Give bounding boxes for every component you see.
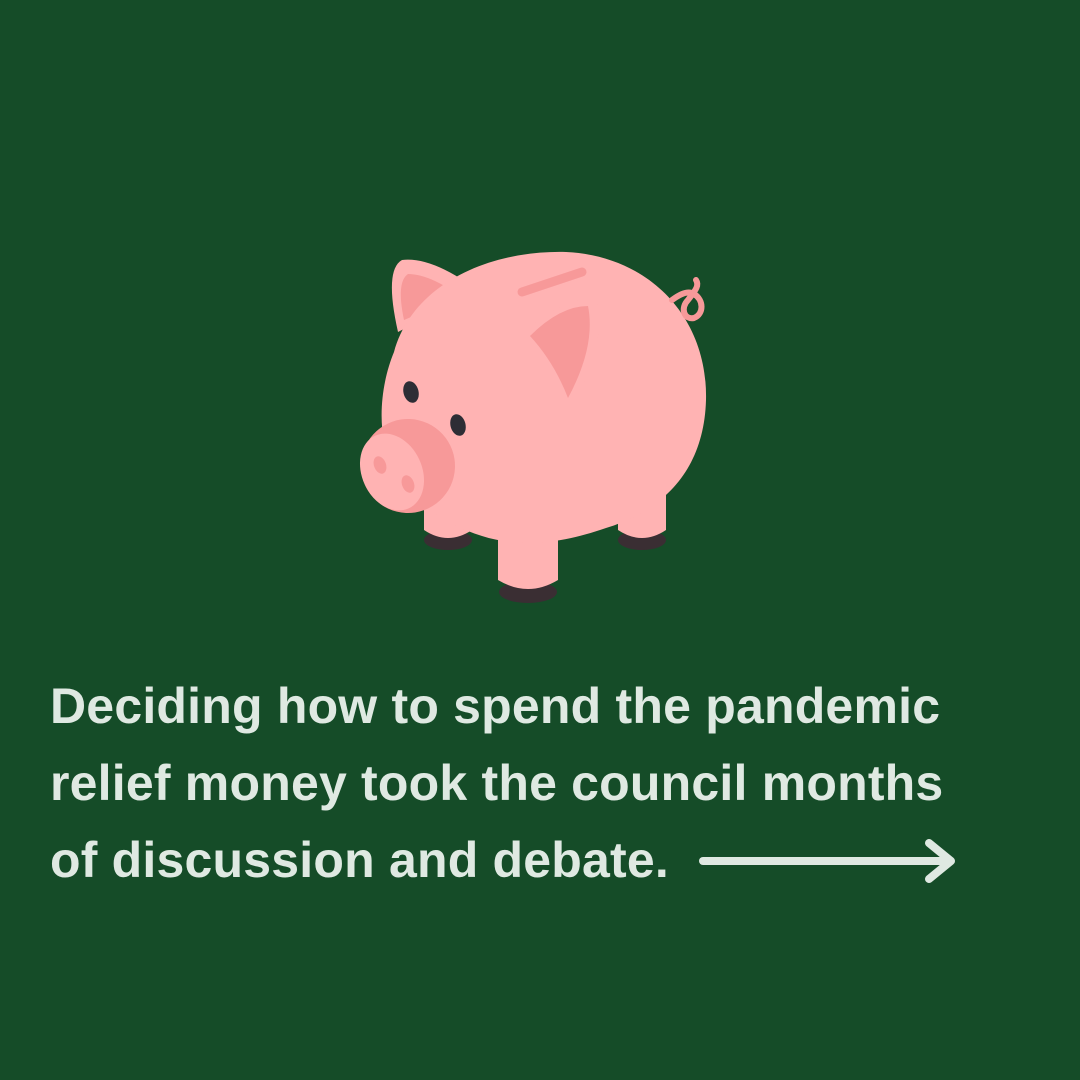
caption-line-3-row: of discussion and debate. <box>50 822 1030 899</box>
caption-line-3: of discussion and debate. <box>50 832 669 888</box>
piggy-bank-illustration <box>340 240 740 620</box>
caption-line-2: relief money took the council months <box>50 755 944 811</box>
caption-text: Deciding how to spend the pandemic relie… <box>50 668 1030 899</box>
slide: { "slide": { "background_color": "#154c2… <box>0 0 1080 1080</box>
piggy-bank-icon <box>359 251 707 603</box>
caption-line-1: Deciding how to spend the pandemic <box>50 678 941 734</box>
arrow-right-icon <box>699 838 961 883</box>
